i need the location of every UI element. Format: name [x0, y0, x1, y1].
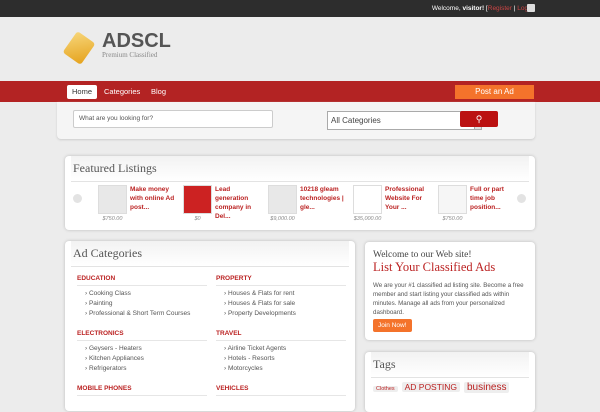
tag-link[interactable]: AD POSTING	[401, 382, 461, 392]
category-heading[interactable]: VEHICLES	[216, 385, 346, 396]
tags-panel: Tags Clothes AD POSTING business	[365, 352, 535, 412]
register-link[interactable]: Register	[488, 5, 512, 12]
search-icon: ⚲	[475, 114, 483, 124]
category-link[interactable]: › Refrigerators	[77, 364, 207, 374]
listing-title[interactable]: Lead generation company in Del...	[215, 185, 261, 221]
category-select[interactable]: All Categories	[327, 111, 482, 130]
search-button[interactable]: ⚲	[460, 111, 498, 127]
listing-thumbnail[interactable]	[353, 185, 382, 214]
category-select-value: All Categories	[331, 116, 381, 125]
search-input[interactable]: What are you looking for?	[73, 110, 273, 128]
top-bar: Welcome, visitor! [Register | Login]	[0, 0, 600, 17]
category-link[interactable]: › Hotels - Resorts	[216, 354, 346, 364]
category-link[interactable]: › Motorcycles	[216, 364, 346, 374]
featured-title: Featured Listings	[71, 156, 529, 182]
nav-home[interactable]: Home	[67, 85, 98, 99]
categories-title: Ad Categories	[71, 241, 349, 267]
post-ad-button[interactable]: Post an Ad	[455, 85, 534, 99]
welcome-subtitle: List Your Classified Ads	[373, 260, 496, 274]
listing-price: $35,000.00	[353, 216, 382, 222]
tag-link[interactable]: Clothes	[373, 386, 398, 392]
category-heading[interactable]: EDUCATION	[77, 275, 207, 286]
listing-thumbnail[interactable]	[98, 185, 127, 214]
carousel-prev-icon[interactable]	[73, 194, 82, 203]
category-heading[interactable]: MOBILE PHONES	[77, 385, 207, 396]
listing-thumbnail[interactable]	[183, 185, 212, 214]
ad-categories: Ad Categories EDUCATION › Cooking Class …	[65, 241, 355, 411]
logo-title[interactable]: ADSCL	[102, 30, 171, 53]
welcome-text: Welcome, visitor! [Register | Login]	[431, 5, 535, 12]
carousel-next-icon[interactable]	[517, 194, 526, 203]
category-heading[interactable]: ELECTRONICS	[77, 330, 207, 341]
listing-title[interactable]: Professional Website For Your ...	[385, 185, 431, 212]
listing-price: $0	[194, 216, 201, 222]
category-link[interactable]: › Cooking Class	[77, 289, 207, 299]
listing-price: $9,000.00	[270, 216, 295, 222]
tags-title: Tags	[371, 352, 529, 378]
logo-subtitle: Premium Classified	[102, 51, 158, 59]
category-link[interactable]: › Professional & Short Term Courses	[77, 309, 207, 319]
welcome-text: We are your #1 classified ad listing sit…	[373, 282, 524, 316]
category-link[interactable]: › Property Developments	[216, 309, 346, 319]
featured-listings: Featured Listings Make money with online…	[65, 156, 535, 230]
listing-title[interactable]: 10218 gleam technologies | gle...	[300, 185, 346, 212]
rss-icon[interactable]	[527, 4, 535, 12]
category-heading[interactable]: TRAVEL	[216, 330, 346, 341]
category-link[interactable]: › Houses & Flats for sale	[216, 299, 346, 309]
listing-title[interactable]: Full or part time job position...	[470, 185, 516, 212]
listing-price: $750.00	[102, 216, 123, 222]
category-column-right: PROPERTY › Houses & Flats for rent › Hou…	[216, 275, 346, 407]
welcome-title: Welcome to our Web site!	[373, 250, 472, 260]
listing-thumbnail[interactable]	[438, 185, 467, 214]
welcome-panel: Welcome to our Web site! List Your Class…	[365, 242, 535, 340]
category-heading[interactable]: PROPERTY	[216, 275, 346, 286]
category-link[interactable]: › Houses & Flats for rent	[216, 289, 346, 299]
category-link[interactable]: › Geysers - Heaters	[77, 344, 207, 354]
category-link[interactable]: › Airline Ticket Agents	[216, 344, 346, 354]
nav-categories[interactable]: Categories	[99, 85, 145, 99]
category-link[interactable]: › Painting	[77, 299, 207, 309]
listing-price: $750.00	[442, 216, 463, 222]
join-now-button[interactable]: Join Now!	[373, 319, 412, 332]
tag-link[interactable]: business	[464, 382, 510, 393]
listing-title[interactable]: Make money with online Ad post...	[130, 185, 176, 212]
category-link[interactable]: › Kitchen Appliances	[77, 354, 207, 364]
listing-thumbnail[interactable]	[268, 185, 297, 214]
search-bar: What are you looking for? All Categories…	[57, 102, 535, 139]
nav-blog[interactable]: Blog	[146, 85, 171, 99]
price-tag-logo-icon	[62, 31, 96, 65]
category-column-left: EDUCATION › Cooking Class › Painting › P…	[77, 275, 207, 407]
